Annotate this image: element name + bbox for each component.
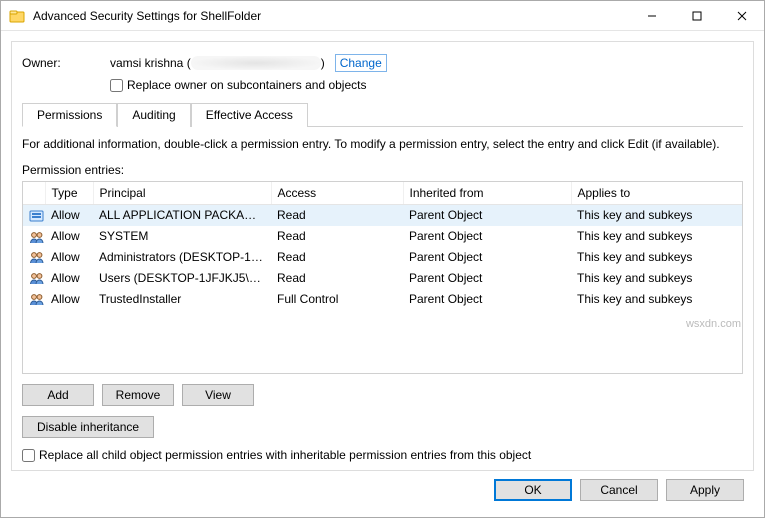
table-row[interactable]: AllowTrustedInstallerFull ControlParent … bbox=[23, 288, 742, 309]
group-icon bbox=[29, 230, 45, 244]
entries-label: Permission entries: bbox=[22, 163, 743, 177]
window: Advanced Security Settings for ShellFold… bbox=[0, 0, 765, 518]
change-owner-link[interactable]: Change bbox=[335, 54, 387, 72]
replace-owner-row: Replace owner on subcontainers and objec… bbox=[110, 78, 743, 92]
cell-access: Read bbox=[271, 205, 403, 226]
col-access[interactable]: Access bbox=[271, 182, 403, 205]
cell-type: Allow bbox=[45, 267, 93, 288]
cell-applies: This key and subkeys bbox=[571, 288, 742, 309]
owner-name: vamsi krishna () bbox=[110, 56, 325, 71]
table-row[interactable]: AllowSYSTEMReadParent ObjectThis key and… bbox=[23, 226, 742, 247]
group-icon bbox=[29, 271, 45, 285]
owner-email-redacted bbox=[191, 56, 321, 70]
cell-principal: Users (DESKTOP-1JFJKJ5\Users) bbox=[93, 267, 271, 288]
remove-button[interactable]: Remove bbox=[102, 384, 174, 406]
table-row[interactable]: AllowAdministrators (DESKTOP-1JF...ReadP… bbox=[23, 247, 742, 268]
cell-type: Allow bbox=[45, 247, 93, 268]
package-icon bbox=[29, 209, 45, 223]
cell-access: Read bbox=[271, 247, 403, 268]
close-button[interactable] bbox=[719, 1, 764, 30]
add-button[interactable]: Add bbox=[22, 384, 94, 406]
col-type[interactable]: Type bbox=[45, 182, 93, 205]
inheritance-buttons: Disable inheritance bbox=[22, 416, 743, 438]
cell-principal: Administrators (DESKTOP-1JF... bbox=[93, 247, 271, 268]
replace-owner-label: Replace owner on subcontainers and objec… bbox=[127, 78, 366, 92]
replace-all-label: Replace all child object permission entr… bbox=[39, 448, 531, 462]
owner-row: Owner: vamsi krishna () Change bbox=[22, 54, 743, 72]
cell-inherited: Parent Object bbox=[403, 267, 571, 288]
tab-auditing[interactable]: Auditing bbox=[117, 103, 190, 127]
cell-applies: This key and subkeys bbox=[571, 267, 742, 288]
cell-applies: This key and subkeys bbox=[571, 247, 742, 268]
folder-icon bbox=[9, 8, 25, 24]
permission-table: Type Principal Access Inherited from App… bbox=[22, 181, 743, 374]
footer: OK Cancel Apply bbox=[11, 471, 754, 511]
disable-inheritance-button[interactable]: Disable inheritance bbox=[22, 416, 154, 438]
cell-access: Read bbox=[271, 226, 403, 247]
cell-applies: This key and subkeys bbox=[571, 226, 742, 247]
col-applies[interactable]: Applies to bbox=[571, 182, 742, 205]
table-header-row: Type Principal Access Inherited from App… bbox=[23, 182, 742, 205]
table-row[interactable]: AllowUsers (DESKTOP-1JFJKJ5\Users)ReadPa… bbox=[23, 267, 742, 288]
tab-permissions[interactable]: Permissions bbox=[22, 103, 117, 127]
col-principal[interactable]: Principal bbox=[93, 182, 271, 205]
tab-effective-access[interactable]: Effective Access bbox=[191, 103, 308, 127]
maximize-button[interactable] bbox=[674, 1, 719, 30]
cell-type: Allow bbox=[45, 226, 93, 247]
col-icon[interactable] bbox=[23, 182, 45, 205]
owner-label: Owner: bbox=[22, 56, 110, 70]
replace-owner-checkbox[interactable] bbox=[110, 79, 123, 92]
cell-inherited: Parent Object bbox=[403, 288, 571, 309]
cell-access: Full Control bbox=[271, 288, 403, 309]
cell-access: Read bbox=[271, 267, 403, 288]
cell-inherited: Parent Object bbox=[403, 205, 571, 226]
cell-principal: ALL APPLICATION PACKAGES bbox=[93, 205, 271, 226]
cell-principal: TrustedInstaller bbox=[93, 288, 271, 309]
entry-buttons: Add Remove View bbox=[22, 384, 743, 406]
cell-type: Allow bbox=[45, 288, 93, 309]
cell-principal: SYSTEM bbox=[93, 226, 271, 247]
cancel-button[interactable]: Cancel bbox=[580, 479, 658, 501]
col-inherited[interactable]: Inherited from bbox=[403, 182, 571, 205]
table-row[interactable]: AllowALL APPLICATION PACKAGESReadParent … bbox=[23, 205, 742, 226]
replace-all-row: Replace all child object permission entr… bbox=[22, 448, 743, 462]
group-icon bbox=[29, 250, 45, 264]
panel: Owner: vamsi krishna () Change Replace o… bbox=[11, 41, 754, 471]
group-icon bbox=[29, 292, 45, 306]
apply-button[interactable]: Apply bbox=[666, 479, 744, 501]
minimize-button[interactable] bbox=[629, 1, 674, 30]
info-text: For additional information, double-click… bbox=[22, 137, 743, 151]
cell-type: Allow bbox=[45, 205, 93, 226]
titlebar: Advanced Security Settings for ShellFold… bbox=[1, 1, 764, 31]
tabs: Permissions Auditing Effective Access bbox=[22, 102, 743, 127]
cell-inherited: Parent Object bbox=[403, 247, 571, 268]
view-button[interactable]: View bbox=[182, 384, 254, 406]
replace-all-checkbox[interactable] bbox=[22, 449, 35, 462]
content: Owner: vamsi krishna () Change Replace o… bbox=[1, 31, 764, 517]
cell-applies: This key and subkeys bbox=[571, 205, 742, 226]
window-title: Advanced Security Settings for ShellFold… bbox=[33, 9, 629, 23]
ok-button[interactable]: OK bbox=[494, 479, 572, 501]
cell-inherited: Parent Object bbox=[403, 226, 571, 247]
